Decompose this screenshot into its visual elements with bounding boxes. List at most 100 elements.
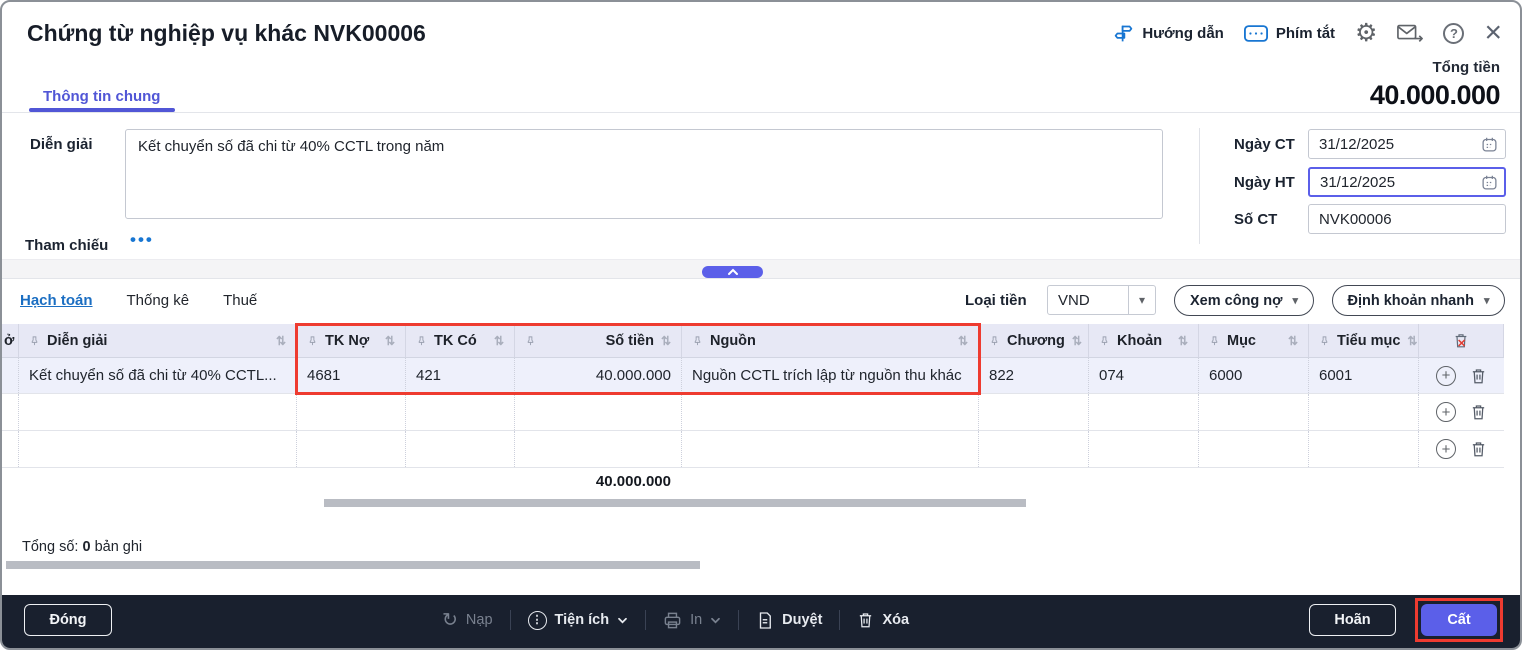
approve-button[interactable]: Duyệt [756,611,822,630]
pin-icon[interactable] [989,335,1000,347]
reload-button[interactable]: ↻ Nạp [442,611,493,630]
cell-so-tien[interactable]: 40.000.000 [515,358,682,393]
send-mail-icon[interactable] [1397,22,1424,44]
pin-icon[interactable] [525,335,536,347]
chevron-down-icon [710,617,721,624]
chevron-up-icon [727,268,739,276]
col-header-muc[interactable]: Mục ⇅ [1199,324,1309,357]
gear-icon[interactable]: ⚙ [1355,21,1377,46]
pin-icon[interactable] [1209,335,1220,347]
grid-tabs: Hạch toán Thống kê Thuế [20,292,257,309]
collapse-panel-button[interactable] [702,266,763,278]
cell-tk-no[interactable]: 4681 [297,358,406,393]
reference-ellipsis-button[interactable]: ••• [130,230,154,250]
save-button[interactable]: Cất [1421,604,1497,636]
form-vertical-divider [1199,128,1200,244]
cell-dien-giai[interactable]: Kết chuyển số đã chi từ 40% CCTL... [19,358,297,393]
sort-icon[interactable]: ⇅ [661,334,671,348]
chevron-down-icon [617,617,628,624]
col-header-tk-co[interactable]: TK Có ⇅ [406,324,515,357]
total-amount-label: Tổng tiền [1432,59,1501,76]
utilities-icon: ⋮ [527,610,547,630]
currency-select[interactable]: VND ▾ [1047,285,1156,315]
delete-row-icon[interactable] [1470,403,1487,421]
sort-icon[interactable]: ⇅ [276,334,286,348]
delete-row-icon[interactable] [1470,367,1487,385]
toolbar-center-actions: ↻ Nạp ⋮ Tiện ích In Duyệt Xóa [442,604,909,636]
keyboard-icon [1243,24,1268,42]
quick-entry-button[interactable]: Định khoản nhanh ▾ [1332,285,1505,316]
col-header-nguon[interactable]: Nguồn ⇅ [682,324,979,357]
tab-thue[interactable]: Thuế [223,292,257,309]
reference-label: Tham chiếu [25,237,109,254]
col-header-khoan[interactable]: Khoản ⇅ [1089,324,1199,357]
cell-chuong[interactable]: 822 [979,358,1089,393]
add-row-icon[interactable]: + [1436,365,1456,386]
toolbar-divider [509,610,511,630]
col-header-tieu-muc[interactable]: Tiểu mục ⇅ [1309,324,1419,357]
guide-signpost-icon [1113,23,1134,44]
ngay-ht-label: Ngày HT [1234,174,1295,191]
tab-thong-tin-chung[interactable]: Thông tin chung [43,88,160,105]
table-row[interactable]: + [2,431,1504,468]
pin-icon[interactable] [1099,335,1110,347]
calendar-icon[interactable] [1481,136,1498,153]
col-header-so-tien[interactable]: Số tiền ⇅ [515,324,682,357]
ngay-ct-label: Ngày CT [1234,136,1295,153]
delete-row-icon[interactable] [1470,440,1487,458]
sort-icon[interactable]: ⇅ [1178,334,1188,348]
col-header-tk-no[interactable]: TK Nợ ⇅ [297,324,406,357]
grid-horizontal-scrollbar[interactable] [324,499,1026,507]
cell-muc[interactable]: 6000 [1199,358,1309,393]
total-amount-value: 40.000.000 [1369,80,1501,110]
sort-icon[interactable]: ⇅ [958,334,968,348]
sort-icon[interactable]: ⇅ [1407,334,1417,348]
pin-icon[interactable] [29,335,40,347]
ngay-ht-input[interactable] [1308,167,1506,197]
tab-hach-toan[interactable]: Hạch toán [20,292,93,309]
print-button[interactable]: In [663,611,721,630]
sort-icon[interactable]: ⇅ [1072,334,1082,348]
close-button[interactable]: Đóng [24,604,112,636]
delete-all-rows-icon[interactable]: ✕ [1453,332,1469,350]
shortcut-button[interactable]: Phím tắt [1243,24,1335,42]
utilities-button[interactable]: ⋮ Tiện ích [527,610,629,630]
delete-button[interactable]: Xóa [857,611,909,629]
description-input[interactable]: Kết chuyển số đã chi từ 40% CCTL trong n… [125,129,1163,219]
toolbar-divider [738,610,740,630]
calendar-icon[interactable] [1481,174,1498,191]
cell-tk-co[interactable]: 421 [406,358,515,393]
add-row-icon[interactable]: + [1436,439,1456,459]
cell-nguon[interactable]: Nguồn CCTL trích lập từ nguồn thu khác [682,358,979,393]
col-header-dien-giai[interactable]: Diễn giải ⇅ [19,324,297,357]
cell-khoan[interactable]: 074 [1089,358,1199,393]
table-row[interactable]: + [2,394,1504,431]
postpone-button[interactable]: Hoãn [1309,604,1396,636]
sort-icon[interactable]: ⇅ [1288,334,1298,348]
sort-icon[interactable]: ⇅ [385,334,395,348]
pin-icon[interactable] [307,335,318,347]
cell-tieu-muc[interactable]: 6001 [1309,358,1419,393]
sort-icon[interactable]: ⇅ [494,334,504,348]
help-icon[interactable]: ? [1443,22,1465,44]
table-row[interactable]: Kết chuyển số đã chi từ 40% CCTL... 4681… [2,358,1504,394]
col-header-chuong[interactable]: Chương ⇅ [979,324,1089,357]
pin-icon[interactable] [692,335,703,347]
tab-thong-ke[interactable]: Thống kê [127,292,190,309]
pin-icon[interactable] [416,335,427,347]
so-ct-label: Số CT [1234,211,1278,228]
guide-button[interactable]: Hướng dẫn [1113,23,1224,44]
record-count: Tổng số: 0 bản ghi [22,539,143,555]
ngay-ct-input[interactable] [1308,129,1506,159]
header-divider [2,112,1520,113]
so-ct-input[interactable] [1308,204,1506,234]
page-title: Chứng từ nghiệp vụ khác NVK00006 [27,20,426,46]
grid-header-row: ở Diễn giải ⇅ TK Nợ ⇅ TK Có ⇅ Số tiền ⇅ [2,324,1504,358]
add-row-icon[interactable]: + [1436,402,1456,422]
view-debt-button[interactable]: Xem công nợ ▾ [1174,285,1314,316]
close-icon[interactable]: × [1484,18,1502,48]
description-label: Diễn giải [30,136,93,153]
lower-horizontal-scrollbar[interactable] [6,561,700,569]
chevron-down-icon: ▾ [1292,295,1299,307]
pin-icon[interactable] [1319,335,1330,347]
